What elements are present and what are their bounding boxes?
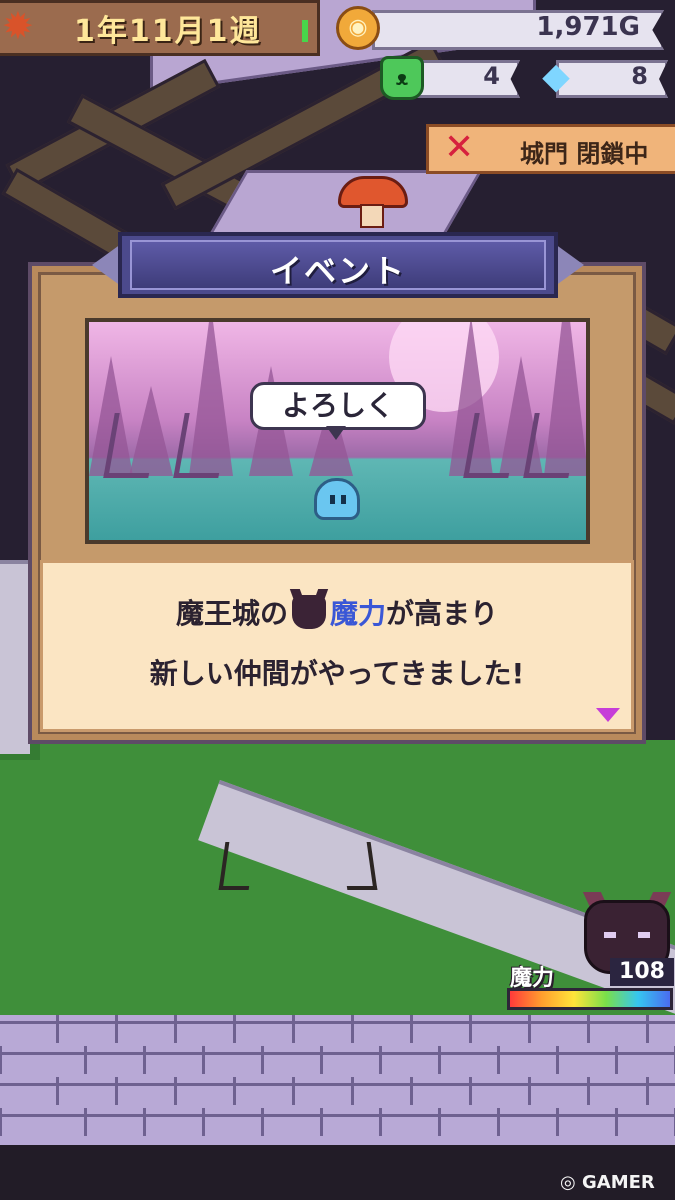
mana-keyword: 魔力 [329, 597, 386, 630]
mana-value: 108 [610, 958, 674, 986]
event-title: イベント [269, 252, 406, 290]
mana-gauge [507, 988, 673, 1010]
gate-status-label: 城門 閉鎖中 [520, 140, 649, 168]
date-indicator [302, 20, 308, 42]
mushroom-stem [360, 204, 384, 228]
castle-tower [0, 560, 30, 754]
event-message-line1: 魔王城の 魔力が高まり [175, 595, 499, 630]
slime-monster-icon [314, 478, 360, 520]
gold-amount: 1,971G [536, 12, 640, 42]
crossed-swords-icon: ✕ [444, 127, 475, 168]
event-message-line2: 新しい仲間がやってきました! [149, 657, 525, 690]
speech-bubble-tail [326, 426, 346, 440]
monster-count: 4 [483, 62, 500, 90]
crystal-icon: ◆ [542, 56, 570, 97]
demon-king-icon [291, 595, 326, 629]
mana-gauge-fill [510, 991, 670, 1007]
maple-leaf-icon: ✹ [2, 4, 34, 48]
crystal-count: 8 [631, 62, 648, 90]
speech-bubble: よろしく [250, 382, 426, 430]
green-demon-icon: ᴥ [380, 56, 424, 100]
next-arrow-icon[interactable] [596, 708, 620, 722]
event-message-box[interactable] [40, 560, 634, 732]
watermark: ◎ GAMER [560, 1172, 655, 1193]
bottom-brick-wall [0, 1015, 675, 1145]
gold-coin-icon: ◉ [336, 6, 380, 50]
date-label: 1年11月1週 [74, 14, 262, 49]
